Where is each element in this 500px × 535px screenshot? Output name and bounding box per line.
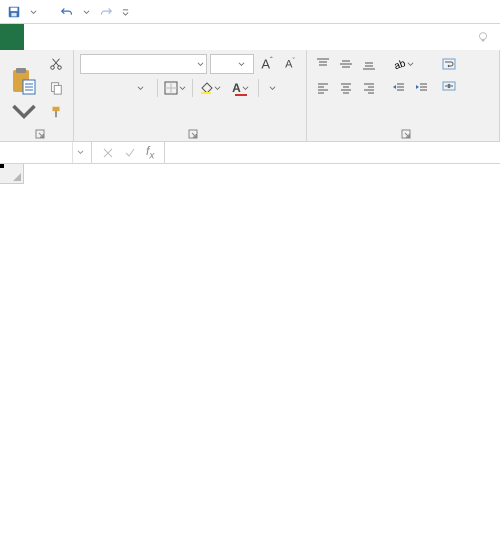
border-icon bbox=[164, 81, 178, 95]
select-all-corner[interactable] bbox=[0, 164, 24, 184]
paste-dropdown-icon bbox=[10, 98, 38, 128]
tell-me[interactable] bbox=[470, 24, 500, 50]
group-clipboard bbox=[0, 50, 74, 141]
cancel-icon[interactable] bbox=[102, 147, 114, 159]
bulb-icon bbox=[476, 30, 490, 44]
italic-button[interactable] bbox=[103, 78, 123, 98]
bucket-icon bbox=[199, 81, 213, 95]
merge-center-button[interactable] bbox=[442, 76, 460, 96]
font-size-combo[interactable] bbox=[210, 54, 254, 74]
save-icon[interactable] bbox=[4, 2, 24, 22]
align-bottom-button[interactable] bbox=[359, 54, 379, 74]
formula-input[interactable] bbox=[165, 142, 500, 163]
paste-button[interactable] bbox=[6, 54, 42, 128]
redo-icon[interactable] bbox=[96, 2, 116, 22]
decrease-indent-button[interactable] bbox=[389, 78, 409, 98]
bold-button[interactable] bbox=[80, 78, 100, 98]
increase-font-button[interactable]: Aˆ bbox=[257, 54, 277, 74]
cut-button[interactable] bbox=[46, 54, 66, 74]
copy-icon bbox=[49, 81, 63, 95]
align-middle-button[interactable] bbox=[336, 54, 356, 74]
fill-color-button[interactable] bbox=[196, 78, 224, 98]
dialog-launcher-icon[interactable] bbox=[188, 129, 198, 139]
enter-icon[interactable] bbox=[124, 147, 136, 159]
ribbon: Aˆ Aˇ A bbox=[0, 50, 500, 142]
name-box-input[interactable] bbox=[0, 146, 72, 160]
font-name-input[interactable] bbox=[81, 57, 195, 71]
chevron-down-icon[interactable] bbox=[195, 61, 206, 68]
fx-icon[interactable]: fx bbox=[146, 144, 154, 161]
scissors-icon bbox=[49, 57, 63, 71]
font-size-input[interactable] bbox=[211, 57, 235, 71]
dialog-launcher-icon[interactable] bbox=[35, 129, 45, 139]
formula-bar: fx bbox=[0, 142, 500, 164]
format-painter-button[interactable] bbox=[46, 102, 66, 122]
chevron-down-icon[interactable] bbox=[72, 142, 88, 163]
merge-icon bbox=[442, 79, 456, 93]
ribbon-tabs bbox=[0, 24, 500, 50]
phonetic-button[interactable] bbox=[262, 78, 282, 98]
undo-icon[interactable] bbox=[57, 2, 77, 22]
undo-dropdown-icon[interactable] bbox=[83, 5, 90, 19]
orientation-icon: ab bbox=[392, 57, 406, 71]
name-box[interactable] bbox=[0, 142, 92, 163]
wrap-icon bbox=[442, 57, 456, 71]
font-color-button[interactable]: A bbox=[227, 78, 255, 98]
orientation-button[interactable]: ab bbox=[389, 54, 417, 74]
increase-indent-button[interactable] bbox=[412, 78, 432, 98]
align-top-button[interactable] bbox=[313, 54, 333, 74]
brush-icon bbox=[49, 105, 63, 119]
wrap-text-button[interactable] bbox=[442, 54, 460, 74]
group-font: Aˆ Aˇ A bbox=[74, 50, 307, 141]
qat-dropdown-icon[interactable] bbox=[30, 5, 37, 19]
font-name-combo[interactable] bbox=[80, 54, 207, 74]
align-left-button[interactable] bbox=[313, 78, 333, 98]
dialog-launcher-icon[interactable] bbox=[401, 129, 411, 139]
borders-button[interactable] bbox=[161, 78, 189, 98]
align-center-button[interactable] bbox=[336, 78, 356, 98]
paste-icon bbox=[10, 66, 38, 96]
quick-access-toolbar bbox=[0, 0, 500, 24]
underline-button[interactable] bbox=[126, 78, 154, 98]
decrease-font-button[interactable]: Aˇ bbox=[280, 54, 300, 74]
tab-file[interactable] bbox=[0, 24, 24, 50]
qat-customize-icon[interactable] bbox=[122, 5, 129, 19]
group-alignment: ab bbox=[307, 50, 500, 141]
copy-button[interactable] bbox=[46, 78, 66, 98]
chevron-down-icon[interactable] bbox=[235, 61, 247, 68]
svg-text:ab: ab bbox=[392, 58, 405, 71]
align-right-button[interactable] bbox=[359, 78, 379, 98]
